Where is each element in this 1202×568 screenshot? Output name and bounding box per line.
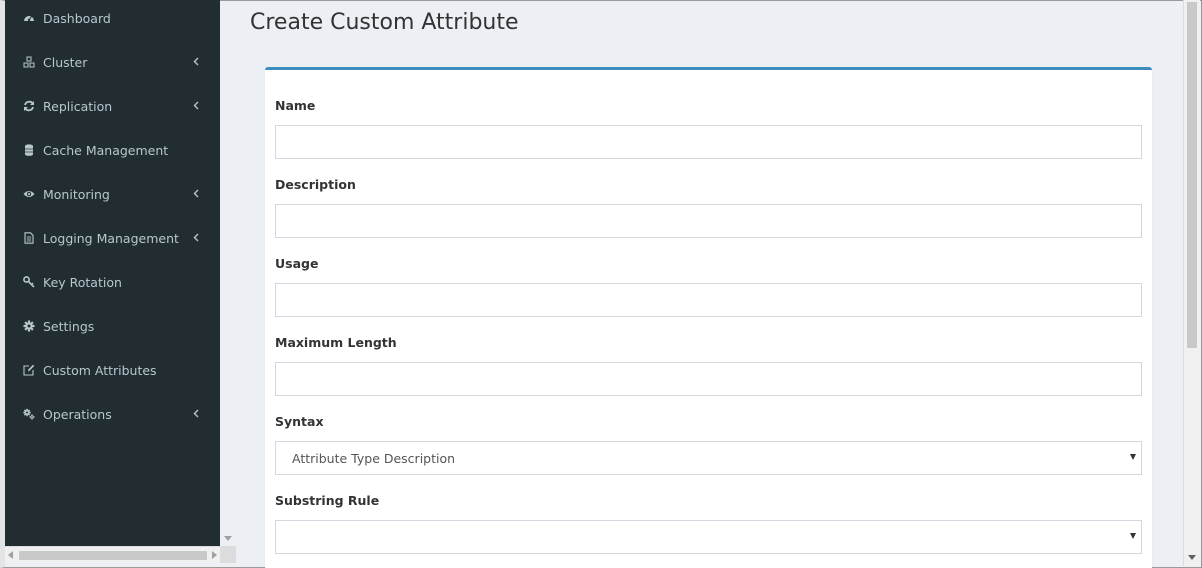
chevron-left-icon	[191, 98, 201, 112]
sidebar: Dashboard Cluster Replication Cache Mana…	[5, 0, 220, 546]
scroll-down-arrow-icon	[224, 536, 232, 541]
sidebar-item-dashboard[interactable]: Dashboard	[5, 0, 220, 40]
sidebar-item-monitoring[interactable]: Monitoring	[5, 172, 220, 216]
substring-rule-select[interactable]	[275, 520, 1142, 554]
sidebar-item-label: Cache Management	[43, 142, 169, 158]
file-text-icon	[22, 232, 36, 244]
edit-icon	[22, 364, 36, 376]
dropdown-caret-icon	[1130, 454, 1136, 460]
usage-label: Usage	[275, 256, 319, 271]
sidebar-item-custom-attributes[interactable]: Custom Attributes	[5, 348, 220, 392]
sidebar-item-label: Monitoring	[43, 186, 110, 202]
scrollbar-thumb[interactable]	[19, 551, 207, 560]
sidebar-item-settings[interactable]: Settings	[5, 304, 220, 348]
gears-icon	[22, 408, 36, 420]
sidebar-item-cluster[interactable]: Cluster	[5, 40, 220, 84]
description-input[interactable]	[275, 204, 1142, 238]
sidebar-item-label: Operations	[43, 406, 112, 422]
maximum-length-label: Maximum Length	[275, 335, 397, 350]
name-input[interactable]	[275, 125, 1142, 159]
scroll-down-arrow-icon[interactable]	[1188, 555, 1196, 560]
sidebar-item-replication[interactable]: Replication	[5, 84, 220, 128]
scroll-left-arrow-icon[interactable]	[8, 551, 13, 559]
refresh-icon	[22, 100, 36, 112]
sidebar-item-label: Key Rotation	[43, 274, 122, 290]
sidebar-item-label: Custom Attributes	[43, 362, 157, 378]
syntax-select[interactable]: Attribute Type Description	[275, 441, 1142, 475]
dropdown-caret-icon	[1130, 533, 1136, 539]
scrollbar-corner	[220, 546, 236, 563]
sidebar-item-label: Logging Management	[43, 230, 179, 246]
page-title: Create Custom Attribute	[250, 10, 519, 35]
key-icon	[22, 276, 36, 288]
usage-input[interactable]	[275, 283, 1142, 317]
scroll-right-arrow-icon[interactable]	[212, 551, 217, 559]
maximum-length-input[interactable]	[275, 362, 1142, 396]
substring-rule-label: Substring Rule	[275, 493, 380, 508]
description-label: Description	[275, 177, 356, 192]
sidebar-vertical-scroll-down[interactable]	[220, 530, 236, 546]
page-vertical-scrollbar[interactable]	[1183, 0, 1200, 566]
sidebar-item-key-rotation[interactable]: Key Rotation	[5, 260, 220, 304]
sidebar-horizontal-scrollbar[interactable]	[5, 546, 220, 563]
sidebar-item-logging-management[interactable]: Logging Management	[5, 216, 220, 260]
dashboard-icon	[22, 12, 36, 24]
sidebar-item-cache-management[interactable]: Cache Management	[5, 128, 220, 172]
gear-icon	[22, 320, 36, 332]
name-label: Name	[275, 98, 316, 113]
chevron-left-icon	[191, 54, 201, 68]
chevron-left-icon	[191, 406, 201, 420]
sidebar-item-label: Settings	[43, 318, 95, 334]
chevron-left-icon	[191, 186, 201, 200]
cubes-icon	[22, 56, 36, 68]
sidebar-item-label: Replication	[43, 98, 113, 114]
eye-icon	[22, 188, 36, 200]
scrollbar-thumb[interactable]	[1187, 2, 1197, 348]
sidebar-item-label: Dashboard	[43, 10, 111, 26]
chevron-left-icon	[191, 230, 201, 244]
sidebar-item-operations[interactable]: Operations	[5, 392, 220, 436]
database-icon	[22, 144, 36, 156]
sidebar-item-label: Cluster	[43, 54, 88, 70]
syntax-selected-value: Attribute Type Description	[292, 450, 456, 466]
create-attribute-form: Name Description Usage Maximum Length Sy…	[265, 67, 1152, 568]
syntax-label: Syntax	[275, 414, 324, 429]
